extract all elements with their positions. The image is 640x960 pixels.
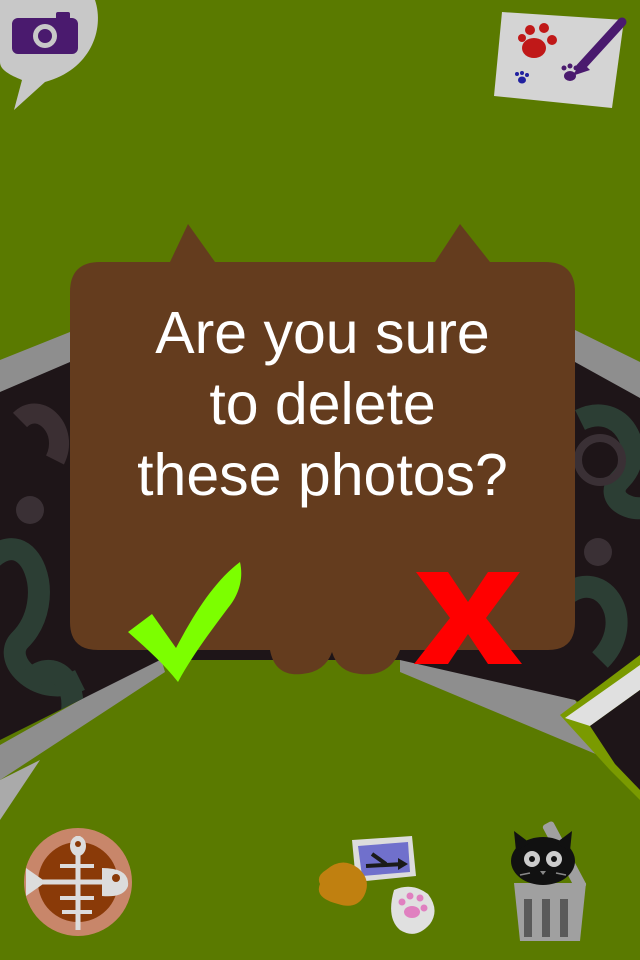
cross-icon	[414, 572, 522, 664]
paint-button[interactable]	[492, 10, 632, 110]
confirm-delete-button[interactable]	[124, 560, 246, 685]
share-button[interactable]	[312, 830, 442, 942]
dialog-message-line-1: Are you sure	[155, 300, 490, 366]
dialog-message-line-2: to delete	[209, 371, 436, 437]
checkmark-icon	[128, 562, 242, 682]
camera-button[interactable]	[0, 0, 110, 115]
camera-icon	[12, 12, 78, 54]
delete-confirm-screen: Are you sure to delete these photos?	[0, 0, 640, 960]
fishbone-button[interactable]	[22, 826, 134, 938]
cancel-button[interactable]	[412, 568, 524, 668]
dialog-message: Are you sure to delete these photos?	[70, 298, 575, 511]
photo-share-icon	[318, 836, 435, 934]
paint-paper-icon	[494, 12, 627, 108]
cat-trash-icon	[511, 821, 587, 941]
trash-button[interactable]	[500, 815, 610, 945]
dialog-message-line-3: these photos?	[137, 442, 508, 508]
speech-bubble-shape	[0, 0, 98, 110]
